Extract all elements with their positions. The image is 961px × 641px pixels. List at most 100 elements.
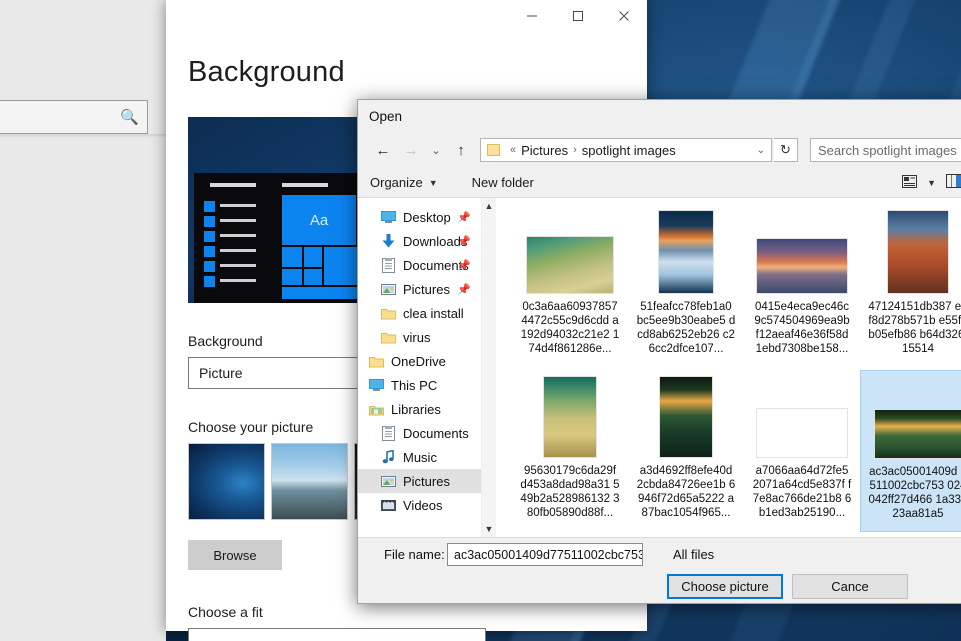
scroll-down-arrow[interactable]: ▼ xyxy=(485,521,494,537)
sidebar-item-libraries[interactable]: Libraries xyxy=(358,397,481,421)
file-item[interactable]: 51feafcc78feb1a0 bc5ee9b30eabe5 dcd8ab62… xyxy=(628,206,744,368)
breadcrumb-separator: › xyxy=(573,144,577,156)
file-name: 95630179c6da29f d453a8dad98a31 549b2a528… xyxy=(520,465,620,519)
file-name: 0c3a6aa60937857 4472c55c9d6cdd a192d9403… xyxy=(520,301,620,355)
file-name: ac3ac05001409d 7511002cbc753 024042ff27d… xyxy=(868,466,961,520)
file-thumbnail xyxy=(658,210,714,294)
sidebar-item-virus[interactable]: virus xyxy=(358,325,481,349)
sidebar-item-videos[interactable]: Videos xyxy=(358,493,481,517)
sidebar-item-label: Libraries xyxy=(391,401,441,417)
breadcrumb-item-spotlight[interactable]: spotlight images xyxy=(582,143,676,158)
fit-select[interactable] xyxy=(188,628,486,641)
breadcrumb-item-pictures[interactable]: Pictures xyxy=(521,143,568,158)
desktop-search-box[interactable]: 🔍 xyxy=(0,100,148,134)
file-thumbnail-wrap xyxy=(658,210,714,294)
sidebar-item-pictures[interactable]: Pictures 📌 xyxy=(358,277,481,301)
document-icon xyxy=(380,257,396,273)
file-name-input[interactable]: ac3ac05001409d77511002cbc7531d( ⌄ xyxy=(447,543,643,566)
maximize-button[interactable] xyxy=(555,0,601,32)
picture-option-2[interactable] xyxy=(271,443,348,520)
file-name-value: ac3ac05001409d77511002cbc7531d( xyxy=(454,547,643,562)
view-mode-icon[interactable] xyxy=(902,174,918,191)
file-type-filter[interactable]: All files xyxy=(667,543,867,566)
pin-icon[interactable]: 📌 xyxy=(457,283,471,296)
file-name: 51feafcc78feb1a0 bc5ee9b30eabe5 dcd8ab62… xyxy=(636,301,736,355)
open-file-dialog: Open ← → ⌄ ↑ « Pictures › spotlight imag… xyxy=(357,99,961,604)
chevron-down-icon[interactable]: ⌄ xyxy=(757,145,767,156)
preview-tile-text: Aa xyxy=(309,211,329,229)
browse-button[interactable]: Browse xyxy=(188,540,282,570)
pin-icon[interactable]: 📌 xyxy=(457,259,471,272)
recent-locations-button[interactable]: ⌄ xyxy=(426,137,446,163)
search-input[interactable]: Search spotlight images xyxy=(810,138,961,162)
refresh-button[interactable]: ↻ xyxy=(774,138,798,162)
sidebar-item-pictures[interactable]: Pictures xyxy=(358,469,482,493)
sidebar-item-documents[interactable]: Documents xyxy=(358,421,481,445)
cancel-button[interactable]: Cance xyxy=(792,574,908,599)
folder-icon xyxy=(380,305,396,321)
sidebar-item-label: clea install xyxy=(403,305,464,321)
file-thumbnail-wrap xyxy=(659,374,713,458)
music-icon xyxy=(380,449,396,465)
sidebar-item-label: OneDrive xyxy=(391,353,446,369)
file-thumbnail-wrap xyxy=(756,210,848,294)
file-name-label: File name: xyxy=(384,547,445,562)
chevron-down-icon[interactable]: ▼ xyxy=(927,178,936,188)
sidebar-item-this-pc[interactable]: This PC xyxy=(358,373,481,397)
pin-icon[interactable]: 📌 xyxy=(457,235,471,248)
pictures-icon xyxy=(380,473,396,489)
picture-option-1[interactable] xyxy=(188,443,265,520)
sidebar-item-label: Pictures xyxy=(403,281,450,297)
view-controls: ▼ xyxy=(902,174,961,191)
document-icon xyxy=(380,425,396,441)
file-name: a3d4692ff8efe40d 2cbda84726ee1b 6946f72d… xyxy=(636,465,736,519)
search-icon: 🔍 xyxy=(120,109,139,126)
scroll-up-arrow[interactable]: ▲ xyxy=(485,198,494,214)
new-folder-button[interactable]: New folder xyxy=(472,175,534,190)
file-item[interactable]: 95630179c6da29f d453a8dad98a31 549b2a528… xyxy=(512,370,628,532)
file-item[interactable]: 47124151db387 edf8d278b571b e55fab05efb8… xyxy=(860,206,961,368)
address-bar[interactable]: « Pictures › spotlight images ⌄ xyxy=(480,138,772,162)
file-list[interactable]: 0c3a6aa60937857 4472c55c9d6cdd a192d9403… xyxy=(496,198,961,537)
back-button[interactable]: ← xyxy=(370,137,396,163)
minimize-button[interactable] xyxy=(509,0,555,32)
preview-pane-icon[interactable] xyxy=(946,174,961,191)
file-item[interactable]: a3d4692ff8efe40d 2cbda84726ee1b 6946f72d… xyxy=(628,370,744,532)
pin-icon[interactable]: 📌 xyxy=(457,211,471,224)
file-thumbnail-wrap xyxy=(756,374,848,458)
nav-pane-scrollbar[interactable]: ▲ ▼ xyxy=(481,198,496,537)
forward-button[interactable]: → xyxy=(398,137,424,163)
sidebar-item-documents[interactable]: Documents 📌 xyxy=(358,253,481,277)
file-item[interactable]: ac3ac05001409d 7511002cbc753 024042ff27d… xyxy=(860,370,961,532)
file-name: a7066aa64d72fe5 2071a64cd5e837f f7e8ac76… xyxy=(752,465,852,519)
file-item[interactable]: a7066aa64d72fe5 2071a64cd5e837f f7e8ac76… xyxy=(744,370,860,532)
sidebar-item-clea-install[interactable]: clea install xyxy=(358,301,481,325)
settings-title-bar xyxy=(166,0,647,32)
monitor-icon xyxy=(380,209,396,225)
file-thumbnail-wrap xyxy=(874,375,961,459)
file-thumbnail-wrap xyxy=(543,374,597,458)
sidebar-item-downloads[interactable]: Downloads 📌 xyxy=(358,229,481,253)
up-button[interactable]: ↑ xyxy=(448,137,474,163)
choose-picture-button[interactable]: Choose picture xyxy=(667,574,783,599)
sidebar-item-label: Music xyxy=(403,449,437,465)
file-thumbnail xyxy=(659,376,713,458)
file-thumbnail xyxy=(756,238,848,294)
folder-icon xyxy=(487,144,500,156)
file-thumbnail xyxy=(526,236,614,294)
sidebar-item-label: Documents xyxy=(403,425,469,441)
video-icon xyxy=(380,497,396,513)
file-item[interactable]: 0c3a6aa60937857 4472c55c9d6cdd a192d9403… xyxy=(512,206,628,368)
file-item[interactable]: 0415e4eca9ec46c 9c574504969ea9b f12aeaf4… xyxy=(744,206,860,368)
file-grid: 0c3a6aa60937857 4472c55c9d6cdd a192d9403… xyxy=(512,206,961,532)
sidebar-item-label: Videos xyxy=(403,497,443,513)
organize-label: Organize xyxy=(370,175,423,190)
sidebar-item-music[interactable]: Music xyxy=(358,445,481,469)
sidebar-item-onedrive[interactable]: OneDrive xyxy=(358,349,481,373)
organize-button[interactable]: Organize ▼ xyxy=(370,175,438,190)
background-type-value: Picture xyxy=(199,365,243,381)
sidebar-item-label: Desktop xyxy=(403,209,451,225)
close-button[interactable] xyxy=(601,0,647,32)
breadcrumb-prefix: « xyxy=(510,144,517,156)
sidebar-item-desktop[interactable]: Desktop 📌 xyxy=(358,205,481,229)
